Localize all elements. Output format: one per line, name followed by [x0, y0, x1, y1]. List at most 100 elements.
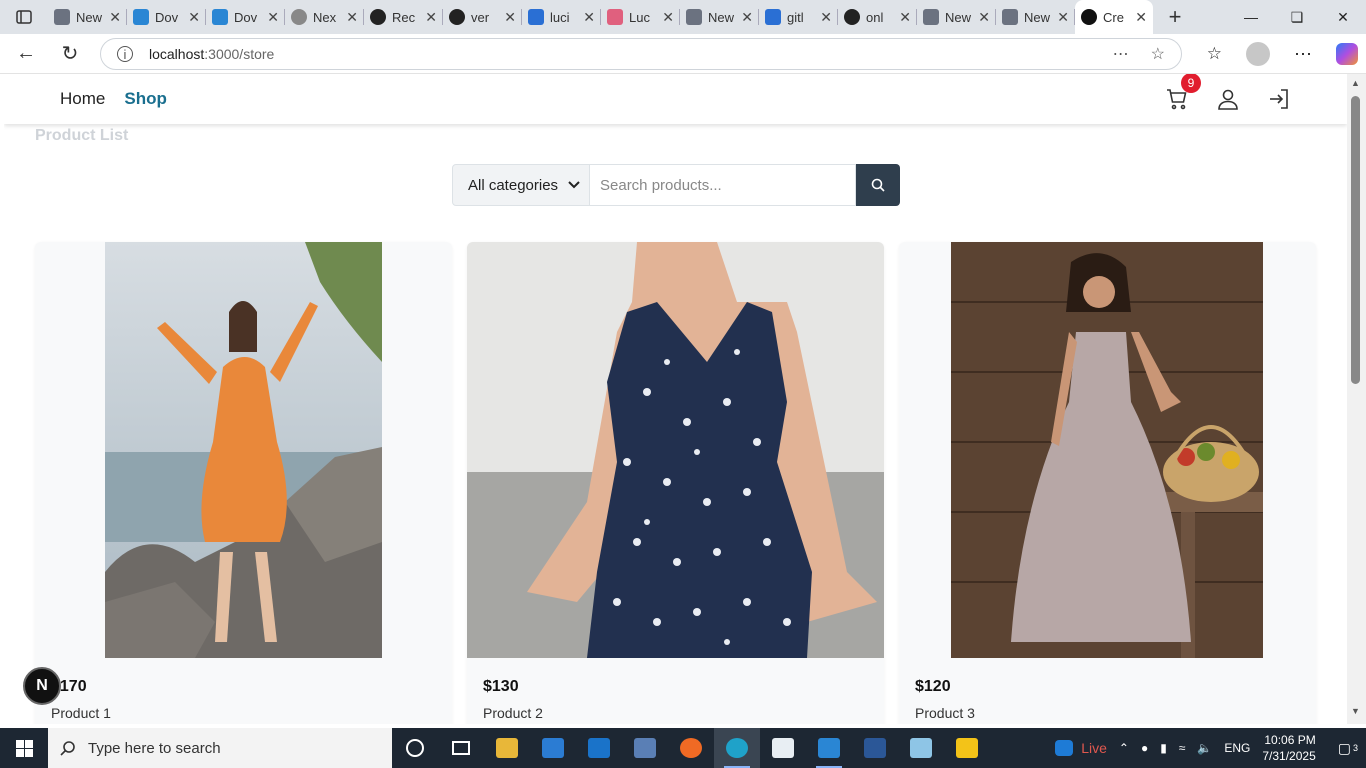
close-tab-icon[interactable]: ✕: [583, 9, 595, 26]
network-icon[interactable]: ●: [1141, 741, 1148, 755]
browser-tab[interactable]: Luc ✕: [601, 0, 680, 34]
tab-label: New: [945, 9, 972, 25]
product-card[interactable]: $120 Product 3: [899, 242, 1316, 724]
tab-actions-icon[interactable]: [0, 0, 48, 34]
file-explorer-icon[interactable]: [484, 728, 530, 768]
copilot-icon[interactable]: [1336, 43, 1358, 65]
close-tab-icon[interactable]: ✕: [267, 9, 279, 26]
page-scrollbar[interactable]: ▲ ▼: [1347, 74, 1366, 724]
close-tab-icon[interactable]: ✕: [504, 9, 516, 26]
scroll-up-arrow[interactable]: ▲: [1351, 78, 1360, 88]
maximize-button[interactable]: ❏: [1274, 0, 1320, 34]
chevron-up-icon[interactable]: ⌃: [1119, 741, 1129, 755]
close-tab-icon[interactable]: ✕: [662, 9, 674, 26]
close-tab-icon[interactable]: ✕: [820, 9, 832, 26]
browser-tab[interactable]: Cre ✕: [1075, 0, 1153, 34]
info-icon[interactable]: i: [117, 46, 133, 62]
chevron-down-icon: [568, 181, 580, 189]
minimize-button[interactable]: —: [1228, 0, 1274, 34]
address-bar[interactable]: i localhost:3000/store ⋯ ☆: [100, 38, 1182, 70]
browser-tab[interactable]: New ✕: [996, 0, 1075, 34]
close-tab-icon[interactable]: ✕: [899, 9, 911, 26]
notepad-icon[interactable]: [898, 728, 944, 768]
favorites-icon[interactable]: ☆: [1207, 44, 1222, 64]
cart-button[interactable]: 9: [1165, 74, 1201, 111]
product-card[interactable]: $170 Product 1: [35, 242, 452, 724]
scroll-down-arrow[interactable]: ▼: [1351, 706, 1360, 716]
category-select[interactable]: All categories: [452, 164, 590, 206]
browser-tab[interactable]: New ✕: [48, 0, 127, 34]
word-icon[interactable]: [852, 728, 898, 768]
edge-icon[interactable]: [714, 728, 760, 768]
browser-tab[interactable]: New ✕: [917, 0, 996, 34]
vscode-icon[interactable]: [806, 728, 852, 768]
address-bar-row: ← ↻ i localhost:3000/store ⋯ ☆ ☆ ⋯: [0, 34, 1366, 74]
store-icon[interactable]: [530, 728, 576, 768]
browser-tab[interactable]: Dov ✕: [206, 0, 285, 34]
browser-tab[interactable]: ver ✕: [443, 0, 522, 34]
browser-tab[interactable]: New ✕: [680, 0, 759, 34]
close-tab-icon[interactable]: ✕: [741, 9, 753, 26]
browser-tab[interactable]: onl ✕: [838, 0, 917, 34]
files-icon[interactable]: [944, 728, 990, 768]
language-indicator[interactable]: ENG: [1224, 741, 1250, 755]
live-weather-icon[interactable]: Live: [1055, 740, 1107, 756]
login-button[interactable]: [1267, 87, 1291, 111]
close-window-button[interactable]: ✕: [1320, 0, 1366, 34]
new-tab-button[interactable]: +: [1153, 0, 1197, 34]
snipping-tool-icon[interactable]: [760, 728, 806, 768]
browser-tab[interactable]: Nex ✕: [285, 0, 364, 34]
start-button[interactable]: [0, 728, 48, 768]
user-icon: [1218, 89, 1238, 110]
tab-label: Dov: [155, 9, 179, 25]
tab-label: Dov: [234, 9, 258, 25]
close-tab-icon[interactable]: ✕: [188, 9, 200, 26]
search-button[interactable]: [856, 164, 900, 206]
product-name: Product 2: [483, 705, 543, 721]
scrollbar-thumb[interactable]: [1351, 96, 1360, 384]
taskbar-search[interactable]: Type here to search: [48, 728, 392, 768]
cortana-icon[interactable]: [392, 728, 438, 768]
browser-tab[interactable]: luci ✕: [522, 0, 601, 34]
account-button[interactable]: [1216, 87, 1240, 111]
settings-menu-icon[interactable]: ⋯: [1294, 44, 1312, 65]
product-image[interactable]: [951, 242, 1263, 658]
nav-home-link[interactable]: Home: [60, 89, 105, 109]
wifi-icon[interactable]: ≈: [1179, 741, 1186, 755]
back-button[interactable]: ←: [6, 34, 46, 74]
notification-center-icon[interactable]: ▢ 3: [1338, 740, 1358, 757]
close-tab-icon[interactable]: ✕: [425, 9, 437, 26]
url-text[interactable]: localhost:3000/store: [149, 46, 274, 62]
cart-count-badge: 9: [1181, 74, 1201, 93]
reload-button[interactable]: ↻: [50, 34, 90, 74]
firefox-icon[interactable]: [668, 728, 714, 768]
close-tab-icon[interactable]: ✕: [978, 9, 990, 26]
reading-mode-icon[interactable]: ⋯: [1113, 44, 1129, 64]
tab-label: Cre: [1103, 9, 1124, 25]
browser-tab[interactable]: gitl ✕: [759, 0, 838, 34]
product-image[interactable]: [105, 242, 382, 658]
windows-logo-icon: [15, 739, 33, 757]
search-input[interactable]: [590, 164, 856, 206]
site-navbar: Home Shop 9: [4, 74, 1347, 124]
volume-icon[interactable]: 🔈: [1197, 741, 1212, 755]
close-tab-icon[interactable]: ✕: [346, 9, 358, 26]
product-card[interactable]: $130 Product 2: [467, 242, 884, 724]
nav-shop-link[interactable]: Shop: [124, 89, 167, 109]
profile-avatar[interactable]: [1246, 42, 1270, 66]
task-view-icon[interactable]: [438, 728, 484, 768]
app-icon[interactable]: [622, 728, 668, 768]
lucide-icon: [607, 9, 623, 25]
nextjs-dev-badge[interactable]: N: [23, 667, 61, 705]
favorite-star-icon[interactable]: ☆: [1151, 44, 1165, 64]
product-image[interactable]: [467, 242, 884, 658]
browser-tab[interactable]: Rec ✕: [364, 0, 443, 34]
close-tab-icon[interactable]: ✕: [109, 9, 121, 26]
browser-tab[interactable]: Dov ✕: [127, 0, 206, 34]
clock[interactable]: 10:06 PM 7/31/2025: [1262, 732, 1315, 764]
product-price: $120: [915, 678, 951, 695]
battery-icon[interactable]: ▮: [1160, 741, 1167, 755]
mail-icon[interactable]: [576, 728, 622, 768]
close-tab-icon[interactable]: ✕: [1135, 9, 1147, 26]
close-tab-icon[interactable]: ✕: [1057, 9, 1069, 26]
